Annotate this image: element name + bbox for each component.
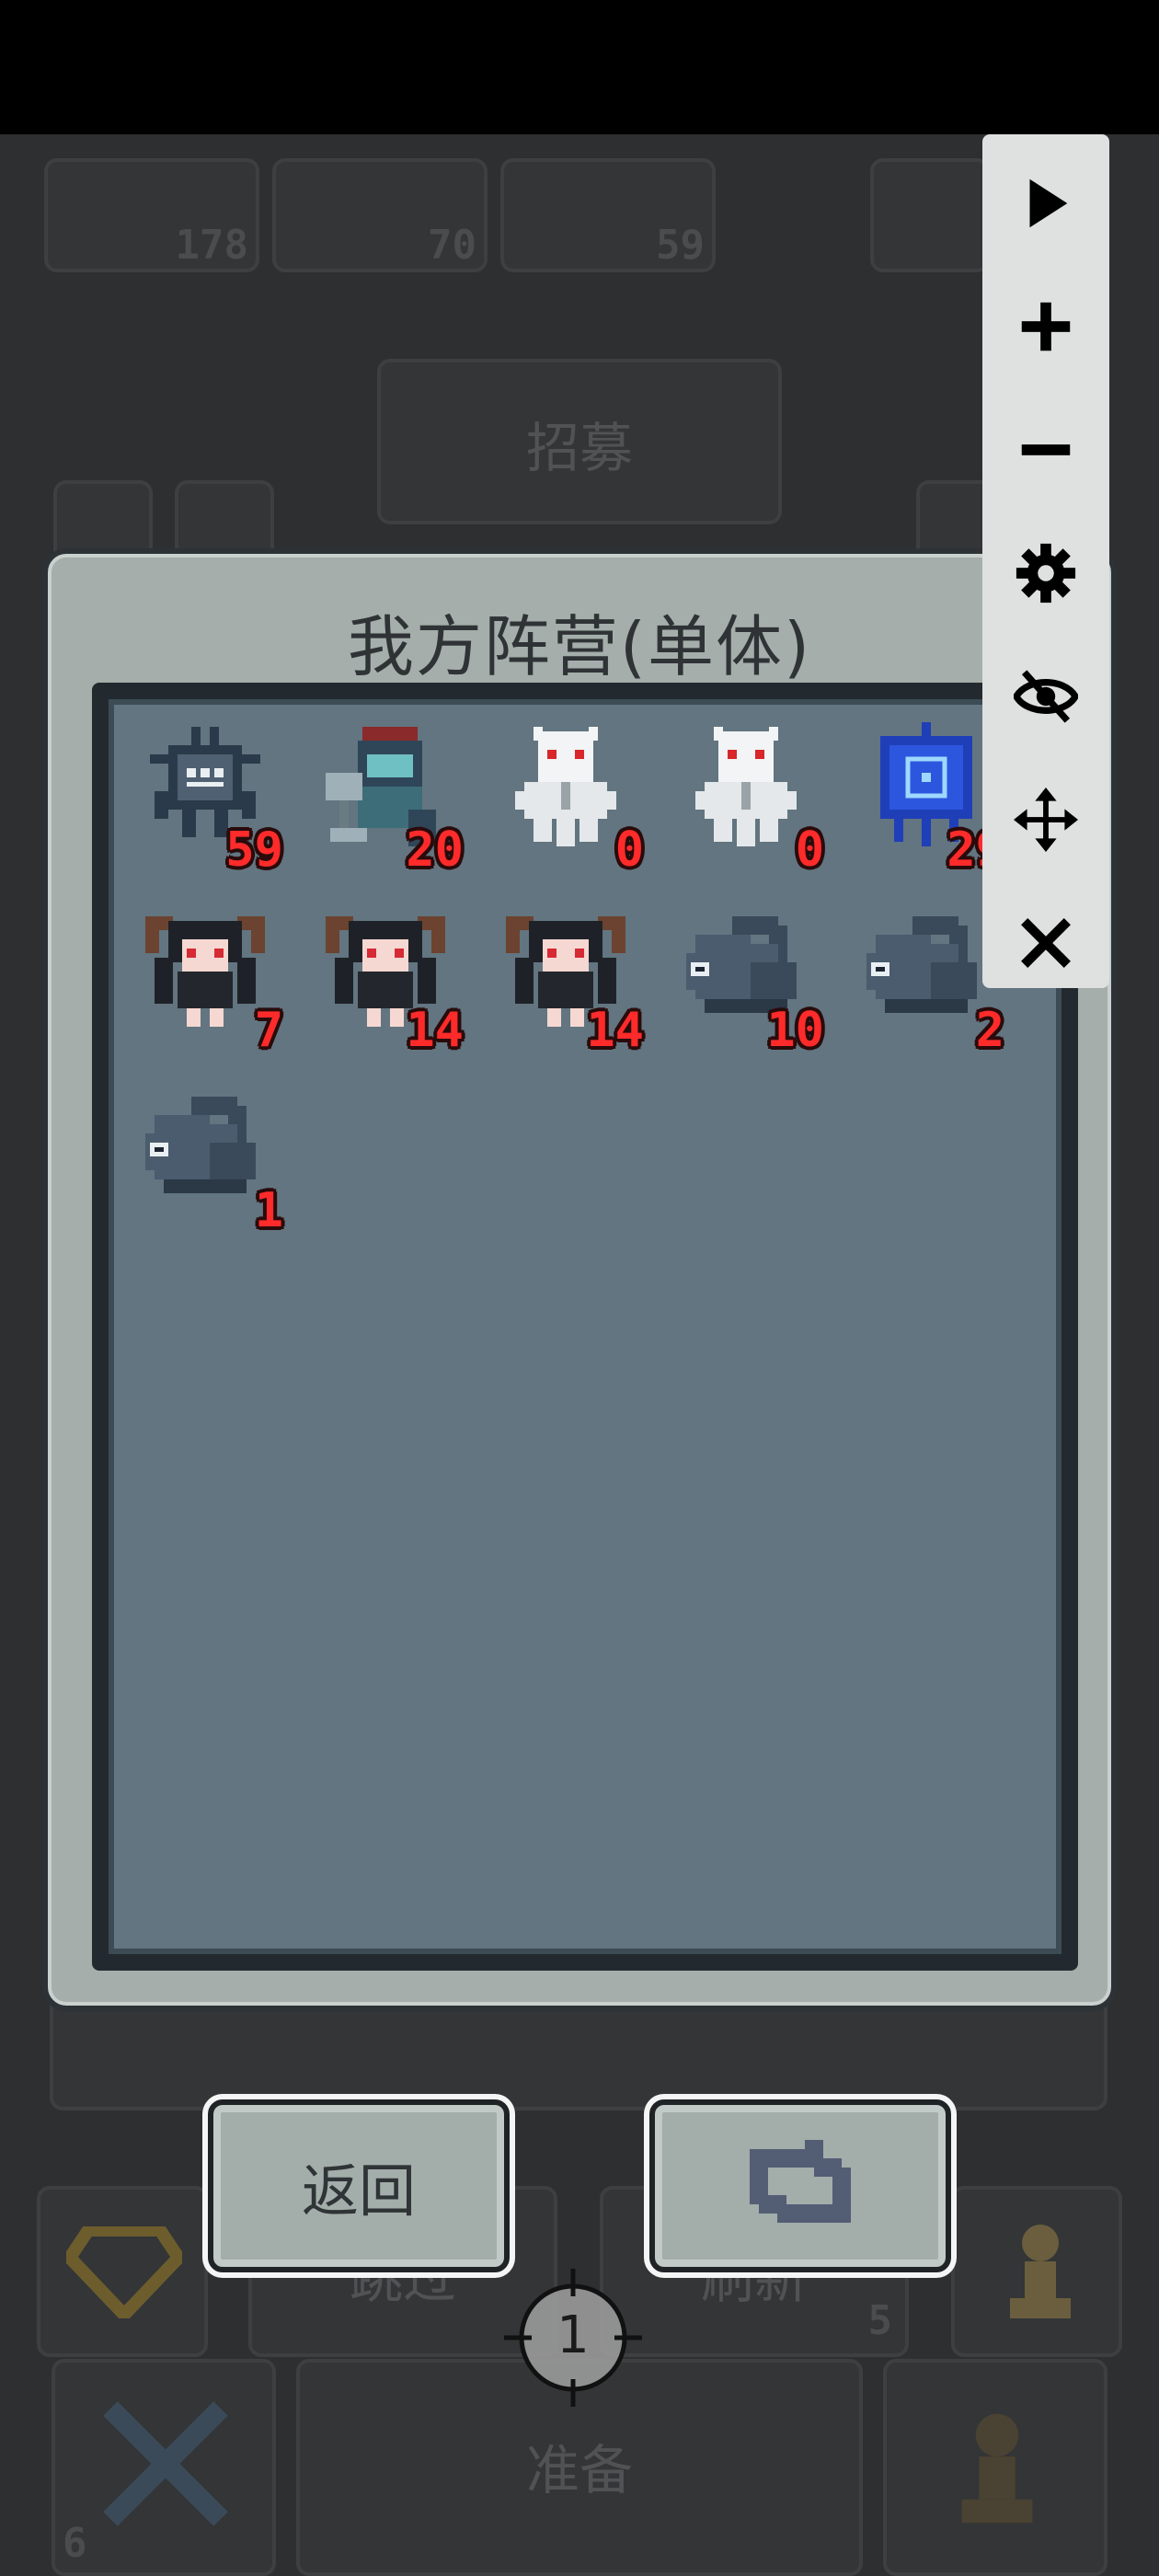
refresh-cost: 5 (867, 2297, 893, 2344)
white-ghost-icon (695, 727, 797, 846)
attack-slot: 6 (52, 2359, 276, 2576)
white-ghost-icon (515, 727, 616, 846)
armored-hammer-knight-icon (326, 727, 436, 846)
unit-count: 59 (225, 822, 283, 878)
resource-count: 178 (175, 222, 248, 269)
play-icon (1029, 178, 1068, 228)
resource-slot-blob: 59 (500, 158, 716, 272)
crosshair-number: 1 (557, 2306, 590, 2365)
diamond-icon (66, 2226, 182, 2318)
unit-count: 0 (614, 822, 644, 878)
unit-count: 10 (766, 1003, 824, 1058)
close-icon (1021, 918, 1071, 968)
attack-count: 6 (63, 2520, 87, 2567)
unit-count: 14 (406, 1003, 464, 1058)
unit-card[interactable]: 7 (127, 898, 283, 1064)
unit-count: 7 (254, 1003, 283, 1058)
move-icon (1014, 788, 1078, 852)
crossed-swords-icon (103, 2401, 228, 2526)
horned-demon-girl-icon (145, 916, 265, 1027)
unit-count: 14 (586, 1003, 644, 1058)
pawn-slot-2 (883, 2359, 1107, 2576)
unit-card[interactable]: 1 (127, 1078, 283, 1244)
pawn-slot (951, 2186, 1122, 2357)
unit-card[interactable]: 2 (848, 898, 1004, 1064)
recruit-label: 招募 (525, 417, 633, 479)
unit-card[interactable]: 0 (668, 718, 824, 883)
unit-count: 1 (254, 1183, 283, 1238)
unit-card[interactable]: 10 (668, 898, 824, 1064)
back-button[interactable]: 返回 (208, 2099, 510, 2272)
unit-grid: 59 20 0 0 29 7 14 14 10 2 1 (92, 683, 1078, 1971)
floating-toolbar (982, 134, 1109, 988)
pawn-icon (1010, 2225, 1071, 2318)
recruit-button: 招募 (377, 359, 782, 524)
unit-card[interactable]: 20 (307, 718, 464, 883)
resource-slot-sword: 178 (44, 158, 259, 272)
dark-slug-icon (145, 1097, 256, 1193)
resource-slot-extra (870, 158, 990, 272)
diamond-slot (37, 2186, 208, 2357)
unit-count: 0 (795, 822, 824, 878)
blue-banner-icon (880, 722, 972, 846)
spider-monster-icon (150, 727, 260, 837)
army-dialog: 我方阵营(单体) 59 20 0 0 29 7 14 14 10 2 1 (42, 548, 1117, 2011)
start-label: 准备 (525, 2439, 633, 2501)
back-label: 返回 (301, 2157, 416, 2225)
play-button[interactable] (1004, 162, 1087, 245)
move-button[interactable] (1004, 778, 1087, 861)
minus-icon (1021, 444, 1071, 455)
close-button[interactable] (1004, 902, 1087, 984)
status-bar (0, 0, 1159, 134)
eye-slash-icon (1014, 670, 1078, 723)
dark-slug-icon (866, 916, 977, 1013)
zoom-in-button[interactable] (1004, 285, 1087, 368)
gear-icon (1016, 543, 1076, 604)
resource-count: 70 (428, 222, 476, 269)
crosshair-marker[interactable]: 1 (504, 2269, 642, 2407)
unit-card[interactable]: 14 (488, 898, 644, 1064)
horned-demon-girl-icon (326, 916, 445, 1027)
hide-button[interactable] (1004, 655, 1087, 738)
unit-card[interactable]: 59 (127, 718, 283, 883)
resource-slot-demon: 70 (272, 158, 488, 272)
unit-card[interactable]: 29 (848, 718, 1004, 883)
swap-button[interactable] (649, 2099, 951, 2272)
plus-icon (1021, 302, 1071, 351)
settings-button[interactable] (1004, 532, 1087, 615)
dialog-title: 我方阵营(单体) (347, 608, 812, 685)
zoom-out-button[interactable] (1004, 408, 1087, 491)
horned-demon-girl-icon (506, 916, 625, 1027)
unit-card[interactable]: 0 (488, 718, 644, 883)
swap-arrows-icon (750, 2140, 851, 2223)
pawn-icon (961, 2413, 1033, 2524)
resource-count: 59 (656, 222, 705, 269)
dark-slug-icon (686, 916, 797, 1013)
unit-card[interactable]: 14 (307, 898, 464, 1064)
unit-count: 20 (406, 822, 464, 878)
unit-count: 2 (975, 1003, 1004, 1058)
